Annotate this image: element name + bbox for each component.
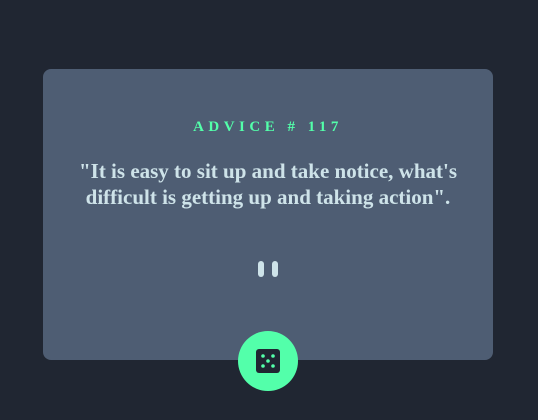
divider-bar-left	[258, 261, 264, 277]
pause-divider-icon	[258, 261, 278, 277]
advice-card: ADVICE # 117 "It is easy to sit up and t…	[43, 69, 493, 360]
advice-quote: "It is easy to sit up and take notice, w…	[78, 159, 458, 209]
dice-icon	[256, 349, 280, 373]
advice-number: ADVICE # 117	[193, 119, 343, 135]
divider-bar-right	[272, 261, 278, 277]
generate-advice-button[interactable]	[238, 331, 298, 391]
